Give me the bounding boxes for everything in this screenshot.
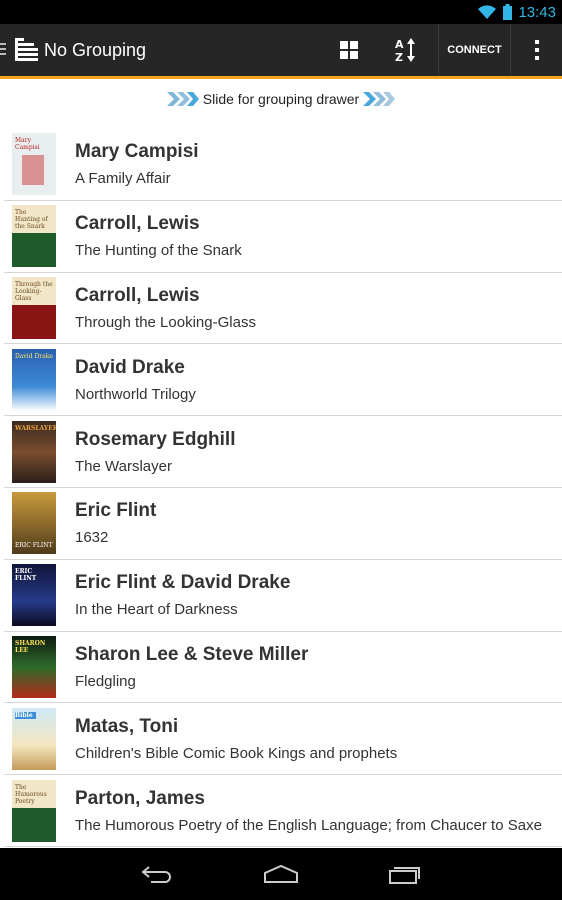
connect-button[interactable]: CONNECT [438, 24, 510, 76]
status-bar: 13:43 [0, 0, 562, 24]
book-cover-text: Through the Looking-Glass [15, 280, 53, 302]
book-list: Mary Campisi Mary Campisi A Family Affai… [0, 129, 562, 847]
grouping-drawer-hint-text: Slide for grouping drawer [202, 91, 360, 107]
action-bar: No Grouping A Z CONNECT [0, 24, 562, 76]
book-title: Fledgling [75, 672, 136, 690]
back-icon [141, 866, 171, 883]
book-author: Sharon Lee & Steve Miller [75, 643, 309, 665]
book-cover: Bible [12, 707, 56, 770]
book-list-item[interactable]: WARSLAYER Rosemary Edghill The Warslayer [4, 416, 562, 488]
book-author: Carroll, Lewis [75, 284, 200, 306]
book-cover: ERIC FLINT [12, 564, 56, 627]
home-up-button[interactable] [0, 24, 44, 76]
recent-apps-icon [389, 867, 420, 884]
home-button[interactable] [263, 862, 299, 886]
sort-az-icon: A Z [395, 38, 415, 63]
grid-view-button[interactable] [324, 24, 374, 76]
book-title: 1632 [75, 529, 109, 547]
status-time: 13:43 [518, 3, 556, 21]
book-cover: Through the Looking-Glass [12, 276, 56, 339]
back-button[interactable] [139, 862, 175, 886]
chevrons-right-icon [363, 92, 396, 106]
book-author: Eric Flint & David Drake [75, 572, 291, 594]
book-cover: David Drake [12, 348, 56, 411]
book-cover-text: ERIC FLINT [15, 542, 53, 550]
book-title: Through the Looking-Glass [75, 313, 256, 331]
book-author: Parton, James [75, 787, 205, 809]
grouping-drawer-hint[interactable]: Slide for grouping drawer [0, 79, 562, 119]
book-cover: ERIC FLINT [12, 492, 56, 555]
system-navigation-bar [0, 848, 562, 900]
book-author: Mary Campisi [75, 141, 199, 163]
page-title: No Grouping [44, 39, 147, 60]
book-cover: SHARON LEE [12, 635, 56, 698]
book-cover-text: David Drake [15, 352, 53, 360]
book-cover: The Hunting of the Snark [12, 205, 56, 268]
book-title: The Humorous Poetry of the English Langu… [75, 816, 542, 834]
book-cover: The Humorous Poetry [12, 779, 56, 842]
svg-text:A: A [395, 38, 404, 51]
book-author: Carroll, Lewis [75, 213, 200, 235]
battery-icon [503, 4, 513, 20]
book-author: Rosemary Edghill [75, 428, 236, 450]
book-cover: WARSLAYER [12, 420, 56, 483]
overflow-menu-button[interactable] [510, 24, 562, 76]
book-cover: Mary Campisi [12, 133, 56, 196]
wifi-icon [478, 5, 497, 19]
book-title: The Hunting of the Snark [75, 242, 242, 260]
book-cover-text: The Humorous Poetry [15, 783, 47, 805]
book-author: Eric Flint [75, 500, 157, 522]
book-title: The Warslayer [75, 457, 172, 475]
book-title: A Family Affair [75, 170, 171, 188]
book-list-screen: Slide for grouping drawer Mary Campisi M… [0, 79, 562, 848]
book-title: Northworld Trilogy [75, 385, 196, 403]
book-author: David Drake [75, 356, 185, 378]
book-author: Matas, Toni [75, 715, 179, 737]
book-cover-text: Mary Campisi [15, 137, 40, 152]
overflow-icon [534, 40, 539, 60]
book-list-item[interactable]: Through the Looking-Glass Carroll, Lewis… [4, 273, 562, 345]
book-list-item[interactable]: David Drake David Drake Northworld Trilo… [4, 344, 562, 417]
book-title: Children's Bible Comic Book Kings and pr… [75, 744, 398, 762]
book-cover-text: The Hunting of the Snark [15, 209, 48, 231]
sort-button[interactable]: A Z [374, 24, 438, 76]
book-cover-text: SHARON LEE [15, 639, 46, 654]
book-list-item[interactable]: ERIC FLINT Eric Flint 1632 [4, 488, 562, 560]
book-cover-text: WARSLAYER [15, 424, 56, 432]
recent-apps-button[interactable] [387, 862, 423, 886]
book-cover-text: ERIC FLINT [15, 568, 37, 583]
book-title: In the Heart of Darkness [75, 601, 238, 619]
book-list-item[interactable]: The Hunting of the Snark Carroll, Lewis … [4, 201, 562, 273]
book-list-item[interactable]: ERIC FLINT Eric Flint & David Drake In t… [4, 560, 562, 632]
book-list-item[interactable]: SHARON LEE Sharon Lee & Steve Miller Fle… [4, 632, 562, 704]
grid-icon [340, 41, 358, 59]
list-menu-icon [0, 38, 38, 61]
book-list-item[interactable]: The Humorous Poetry Parton, James The Hu… [4, 775, 562, 847]
chevrons-right-icon [166, 92, 199, 106]
home-icon [264, 864, 298, 883]
book-list-item[interactable]: Bible Matas, Toni Children's Bible Comic… [4, 703, 562, 776]
book-cover-text: Bible [15, 711, 36, 719]
svg-text:Z: Z [395, 51, 403, 63]
book-list-item[interactable]: Mary Campisi Mary Campisi A Family Affai… [4, 129, 562, 201]
